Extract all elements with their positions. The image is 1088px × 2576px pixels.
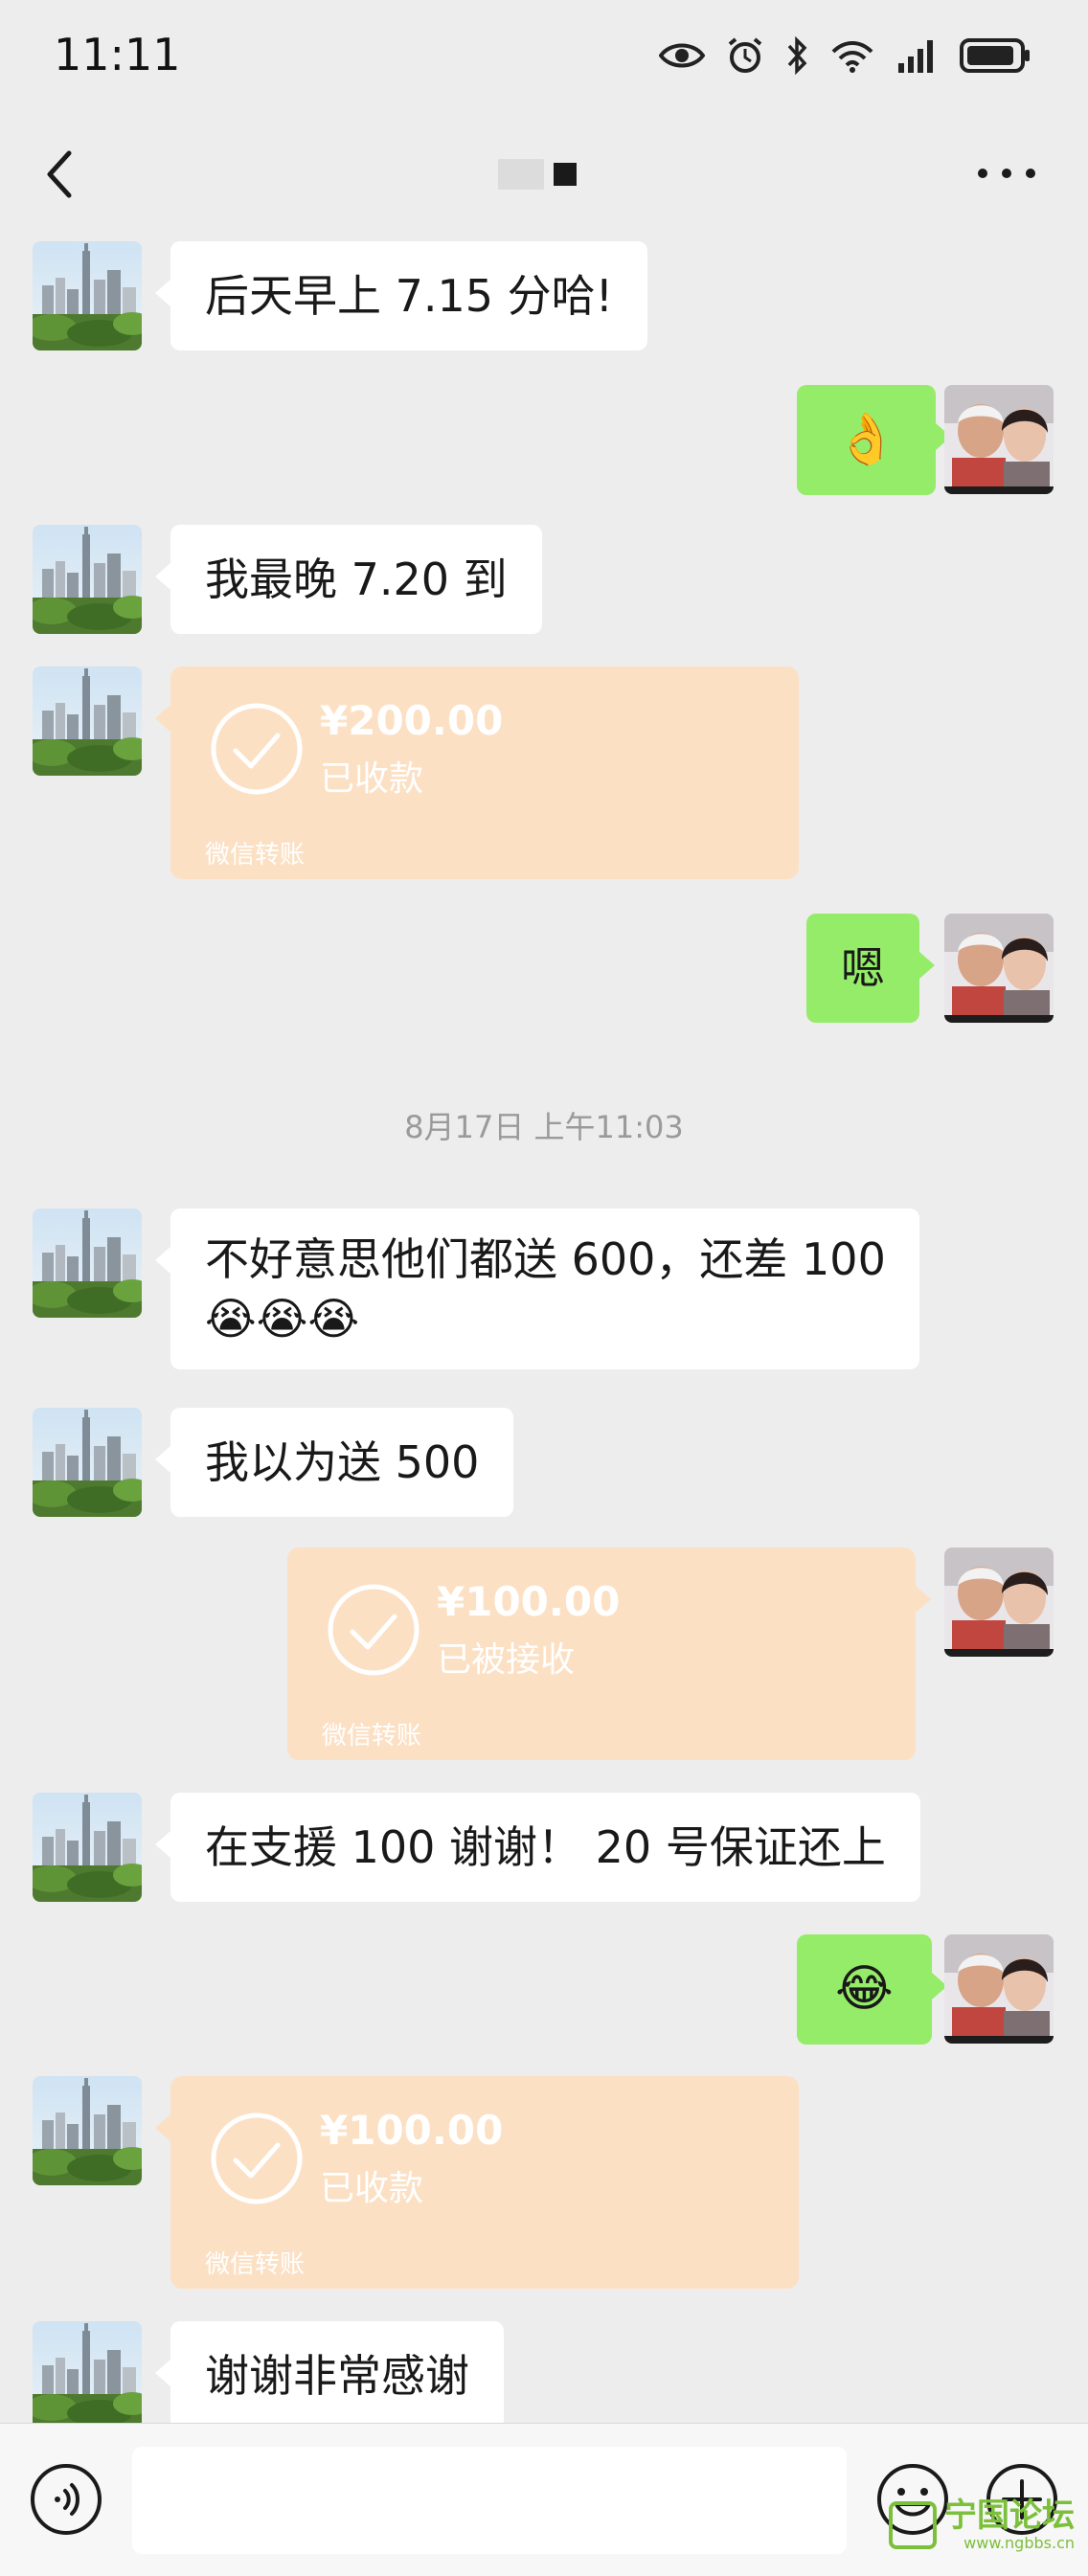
contact-avatar[interactable] [33,667,142,776]
message-bubble-incoming[interactable]: 我以为送 500 [154,1408,514,1517]
transfer-label: 微信转账 [205,2250,306,2279]
message-bubble-incoming[interactable]: 不好意思他们都送 600，还差 100 😭😭😭 [155,1209,919,1369]
more-icon[interactable] [973,159,1040,188]
crying-emoji: 😭😭😭 [205,1293,360,1344]
chat-header [0,107,1088,243]
my-avatar[interactable] [944,385,1054,494]
contact-avatar[interactable] [33,2321,142,2430]
message-bubble-outgoing[interactable]: 嗯 [806,914,935,1023]
message-bubble-incoming[interactable]: 我最晚 7.20 到 [155,525,542,634]
transfer-amount: ¥100.00 [320,2107,504,2154]
message-bubble-incoming[interactable]: 后天早上 7.15 分哈! [154,241,648,350]
blurred-name-block [554,163,577,186]
transfer-label: 微信转账 [322,1722,422,1751]
signal-icon [898,40,933,73]
status-time: 11:11 [54,29,181,80]
battery-icon [960,38,1030,73]
voice-icon[interactable] [29,2462,103,2537]
watermark-title: 宁国论坛 [944,2497,1075,2535]
message-text: 谢谢非常感谢 [205,2350,469,2402]
transfer-card-outgoing[interactable]: ¥100.00 已被接收 微信转账 [287,1548,931,1760]
back-icon[interactable] [34,146,92,203]
transfer-label: 微信转账 [205,841,306,870]
message-input[interactable] [132,2447,847,2554]
alarm-icon [728,37,762,73]
transfer-amount: ¥100.00 [437,1578,621,1625]
contact-avatar[interactable] [33,1793,142,1902]
status-icons [659,34,1032,77]
transfer-amount: ¥200.00 [320,697,504,744]
ok-hand-emoji: 👌 [835,411,897,468]
message-bubble-incoming[interactable]: 谢谢非常感谢 [155,2321,504,2430]
message-bubble-outgoing[interactable]: 😂 [797,1934,947,2045]
check-circle-icon [211,2113,303,2204]
contact-avatar[interactable] [33,525,142,634]
my-avatar[interactable] [944,1548,1054,1657]
transfer-status: 已收款 [320,759,424,799]
message-text: 后天早上 7.15 分哈! [205,270,614,322]
watermark-url: www.ngbbs.cn [963,2534,1075,2552]
contact-avatar[interactable] [33,2076,142,2185]
bluetooth-icon [787,36,807,75]
chat-title [498,155,577,193]
message-text: 嗯 [841,942,885,994]
my-avatar[interactable] [944,1934,1054,2044]
check-circle-icon [328,1584,419,1676]
blurred-name-block [498,159,544,190]
transfer-card-incoming[interactable]: ¥100.00 已收款 微信转账 [155,2076,799,2289]
message-text: 我以为送 500 [205,1436,480,1488]
message-bubble-outgoing[interactable]: 👌 [797,385,951,495]
laughing-emoji: 😂 [835,1960,894,2018]
watermark-logo-icon [889,2500,937,2549]
chat-timestamp: 8月17日 上午11:03 [404,1109,684,1145]
message-text: 不好意思他们都送 600，还差 100 [205,1233,886,1285]
check-circle-icon [211,703,303,795]
transfer-status: 已收款 [320,2169,424,2208]
contact-avatar[interactable] [33,1408,142,1517]
watermark: 宁国论坛 www.ngbbs.cn [889,2497,1075,2552]
transfer-card-incoming[interactable]: ¥200.00 已收款 微信转账 [155,667,799,879]
my-avatar[interactable] [944,914,1054,1023]
wifi-icon [831,41,873,73]
message-text: 在支援 100 谢谢！ 20 号保证还上 [205,1821,886,1873]
eye-icon [659,43,705,68]
message-text: 我最晚 7.20 到 [205,554,508,605]
contact-avatar[interactable] [33,1209,142,1318]
contact-avatar[interactable] [33,241,142,350]
status-bar: 11:11 [0,0,1088,107]
transfer-status: 已被接收 [437,1640,576,1680]
message-bubble-incoming[interactable]: 在支援 100 谢谢！ 20 号保证还上 [155,1793,920,1902]
